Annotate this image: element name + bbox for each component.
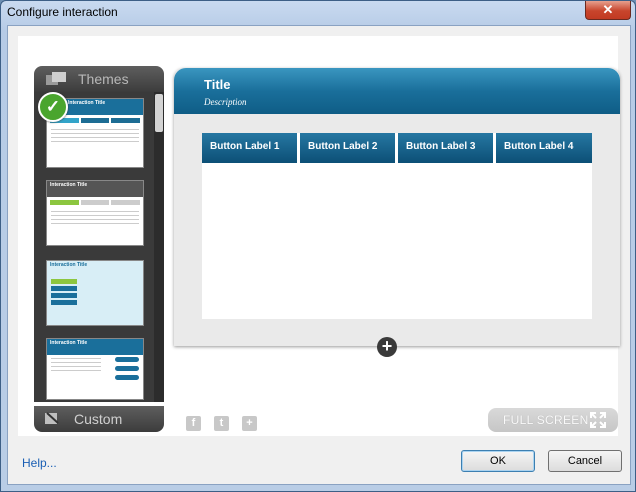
window-title: Configure interaction [7, 5, 118, 19]
thumbnail-button [51, 279, 77, 284]
themes-label: Themes [78, 71, 129, 87]
preview-title: Title [204, 77, 231, 92]
selected-check-icon: ✓ [38, 92, 68, 122]
preview-button-4[interactable]: Button Label 4 [496, 133, 592, 163]
thumbnail-title: Interaction Title [65, 99, 143, 115]
dialog-client: Themes Interaction Title Interaction Tit… [7, 25, 631, 485]
preview-description: Description [204, 97, 247, 107]
thumbnail-button [115, 375, 139, 380]
ok-button[interactable]: OK [461, 450, 535, 472]
thumbnail-title: Interaction Title [47, 181, 143, 197]
full-screen-label: FULL SCREEN [503, 413, 589, 427]
thumbnail-button [51, 293, 77, 298]
add-button[interactable]: + [377, 337, 397, 357]
google-plus-icon[interactable]: + [242, 416, 257, 431]
content-panel: Themes Interaction Title Interaction Tit… [18, 36, 620, 436]
thumbnail-title: Interaction Title [47, 261, 143, 277]
close-button[interactable]: ✕ [585, 1, 631, 20]
dialog-window: Configure interaction ✕ Themes Interacti… [0, 0, 636, 492]
twitter-icon[interactable]: t [214, 416, 229, 431]
custom-icon [45, 412, 59, 424]
scrollbar-thumb[interactable] [155, 94, 163, 132]
theme-thumbnail-2[interactable]: Interaction Title [46, 180, 144, 246]
preview-button-3[interactable]: Button Label 3 [398, 133, 494, 163]
preview-button-1[interactable]: Button Label 1 [202, 133, 298, 163]
interaction-preview: Title Description Button Label 1 Button … [174, 68, 620, 346]
thumbnail-text [51, 211, 139, 227]
theme-list-scrollbar[interactable] [154, 92, 164, 402]
thumbnail-text [51, 358, 101, 374]
thumbnail-button [51, 300, 77, 305]
themes-icon [46, 72, 66, 85]
theme-thumbnail-4[interactable]: Interaction Title [46, 338, 144, 400]
thumbnail-button [115, 366, 139, 371]
thumbnail-button [51, 286, 77, 291]
thumbnail-text [51, 129, 139, 145]
theme-thumbnail-3[interactable]: Interaction Title [46, 260, 144, 326]
full-screen-button[interactable]: FULL SCREEN [488, 408, 618, 432]
custom-label: Custom [74, 411, 123, 427]
custom-tab[interactable]: Custom [34, 406, 164, 432]
help-link[interactable]: Help... [22, 456, 57, 470]
themes-tab[interactable]: Themes [34, 66, 164, 92]
expand-icon [590, 412, 606, 428]
theme-list: Interaction Title Interaction Title Inte… [34, 92, 164, 402]
cancel-button[interactable]: Cancel [548, 450, 622, 472]
facebook-icon[interactable]: f [186, 416, 201, 431]
thumbnail-title: Interaction Title [47, 339, 143, 355]
preview-button-2[interactable]: Button Label 2 [300, 133, 396, 163]
thumbnail-buttons [47, 197, 143, 208]
thumbnail-button [115, 357, 139, 362]
preview-body: Button Label 1 Button Label 2 Button Lab… [202, 133, 592, 319]
preview-header: Title Description [174, 68, 620, 114]
